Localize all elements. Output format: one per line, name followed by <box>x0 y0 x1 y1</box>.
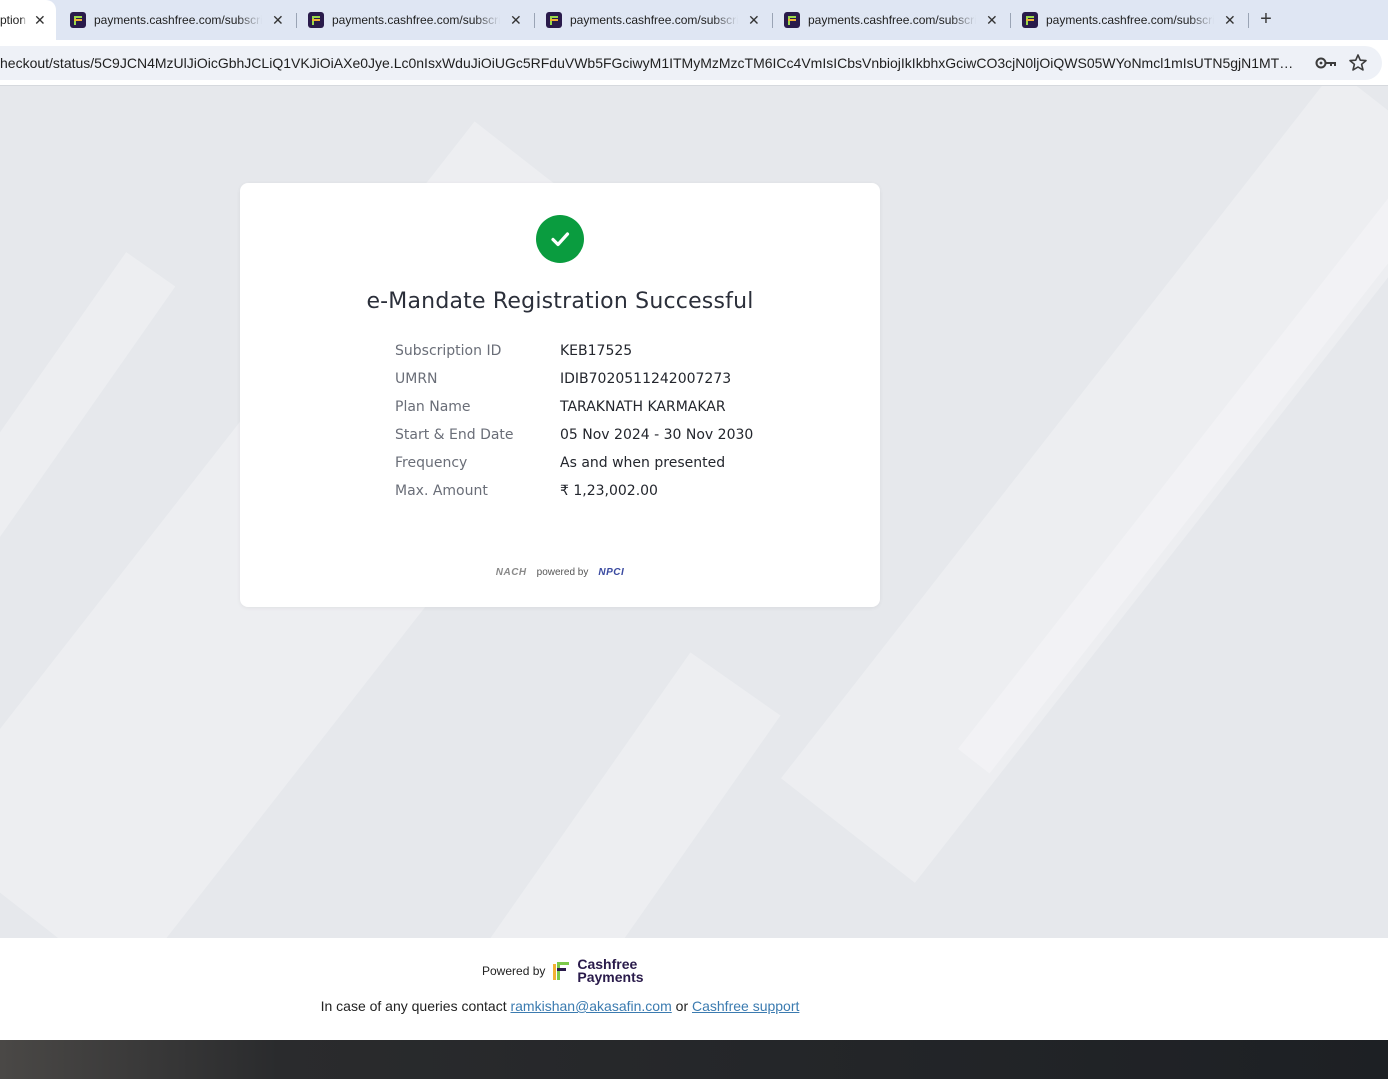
detail-row: Plan Name TARAKNATH KARMAKAR <box>395 399 815 427</box>
background-stripe <box>449 652 781 938</box>
mandate-status-card: e-Mandate Registration Successful Subscr… <box>240 183 880 607</box>
tab-separator <box>534 13 535 28</box>
tab-title: payments.cashfree.com/subscription <box>0 13 26 27</box>
page-background: e-Mandate Registration Successful Subscr… <box>0 86 1388 938</box>
cashfree-brand: Cashfree Payments <box>577 957 644 985</box>
password-key-icon[interactable] <box>1315 54 1337 72</box>
detail-row: Start & End Date 05 Nov 2024 - 30 Nov 203… <box>395 427 815 455</box>
cashfree-favicon-icon <box>1022 12 1038 28</box>
or-text: or <box>675 998 689 1014</box>
taskbar <box>0 1040 1388 1079</box>
powered-by-text: powered by <box>536 567 589 578</box>
new-tab-button[interactable]: + <box>1256 8 1276 32</box>
url-text[interactable]: heckout/status/5C9JCN4MzUlJiOicGbhJCLiQ1… <box>0 55 1302 71</box>
close-icon[interactable]: ✕ <box>510 12 522 29</box>
detail-row: Frequency As and when presented <box>395 455 815 483</box>
tab-title: payments.cashfree.com/subscription <box>808 13 976 27</box>
detail-label: Start & End Date <box>395 427 514 443</box>
cashfree-favicon-icon <box>308 12 324 28</box>
detail-value: 05 Nov 2024 - 30 Nov 2030 <box>560 427 754 443</box>
detail-label: UMRN <box>395 371 438 387</box>
cashfree-favicon-icon <box>546 12 562 28</box>
detail-value: IDIB7020511242007273 <box>560 371 732 387</box>
nach-logo: NACH <box>495 567 527 578</box>
close-icon[interactable]: ✕ <box>748 12 760 29</box>
detail-row: UMRN IDIB7020511242007273 <box>395 371 815 399</box>
detail-row: Subscription ID KEB17525 <box>395 343 815 371</box>
bookmark-star-icon[interactable] <box>1348 53 1368 73</box>
detail-label: Subscription ID <box>395 343 502 359</box>
tab-separator <box>1248 13 1249 28</box>
close-icon[interactable]: ✕ <box>34 12 46 29</box>
detail-value: TARAKNATH KARMAKAR <box>560 399 726 415</box>
tab[interactable]: payments.cashfree.com/subscription ✕ <box>1022 0 1242 40</box>
brand-line-2: Payments <box>577 969 644 985</box>
tab-strip: payments.cashfree.com/subscription ✕ pay… <box>0 0 1388 40</box>
tab[interactable]: payments.cashfree.com/subscription ✕ <box>546 0 766 40</box>
detail-value: KEB17525 <box>560 343 633 359</box>
browser-toolbar: heckout/status/5C9JCN4MzUlJiOicGbhJCLiQ1… <box>0 40 1388 86</box>
tab-title: payments.cashfree.com/subscription <box>1046 13 1214 27</box>
cashfree-favicon-icon <box>70 12 86 28</box>
support-email-link[interactable]: ramkishan@akasafin.com <box>510 998 671 1014</box>
detail-label: Frequency <box>395 455 468 471</box>
tab[interactable]: payments.cashfree.com/subscription ✕ <box>70 0 290 40</box>
tab-separator <box>296 13 297 28</box>
page-footer: Powered by Cashfree Payments In case of … <box>0 938 1388 1040</box>
tab[interactable]: payments.cashfree.com/subscription ✕ <box>784 0 1004 40</box>
cashfree-favicon-icon <box>784 12 800 28</box>
contact-prefix: In case of any queries contact <box>320 998 507 1014</box>
close-icon[interactable]: ✕ <box>986 12 998 29</box>
detail-label: Plan Name <box>395 399 471 415</box>
close-icon[interactable]: ✕ <box>272 12 284 29</box>
powered-by: Powered by Cashfree Payments <box>482 957 644 985</box>
tab-title: payments.cashfree.com/subscription <box>332 13 500 27</box>
tab[interactable]: payments.cashfree.com/subscription ✕ <box>308 0 528 40</box>
mandate-details: Subscription ID KEB17525 UMRN IDIB70205112… <box>395 343 815 511</box>
cashfree-logo-icon <box>553 962 570 980</box>
status-title: e-Mandate Registration Successful <box>366 289 754 314</box>
contact-line: In case of any queries contact ramkishan… <box>0 998 1120 1014</box>
detail-value: As and when presented <box>560 455 726 471</box>
success-check-icon <box>536 215 584 263</box>
tab-active[interactable]: payments.cashfree.com/subscription ✕ <box>0 0 56 40</box>
tab-title: payments.cashfree.com/subscription <box>570 13 738 27</box>
close-icon[interactable]: ✕ <box>1224 12 1236 29</box>
tab-title: payments.cashfree.com/subscription <box>94 13 262 27</box>
tab-separator <box>1010 13 1011 28</box>
tab-separator <box>772 13 773 28</box>
detail-label: Max. Amount <box>395 483 488 499</box>
npci-logo: NPCI <box>598 567 625 578</box>
detail-row: Max. Amount ₹ 1,23,002.00 <box>395 483 815 511</box>
powered-by-label: Powered by <box>482 964 546 978</box>
detail-value: ₹ 1,23,002.00 <box>560 483 658 499</box>
cashfree-support-link[interactable]: Cashfree support <box>692 998 799 1014</box>
nach-npci-footer: NACH powered by NPCI <box>240 567 880 578</box>
